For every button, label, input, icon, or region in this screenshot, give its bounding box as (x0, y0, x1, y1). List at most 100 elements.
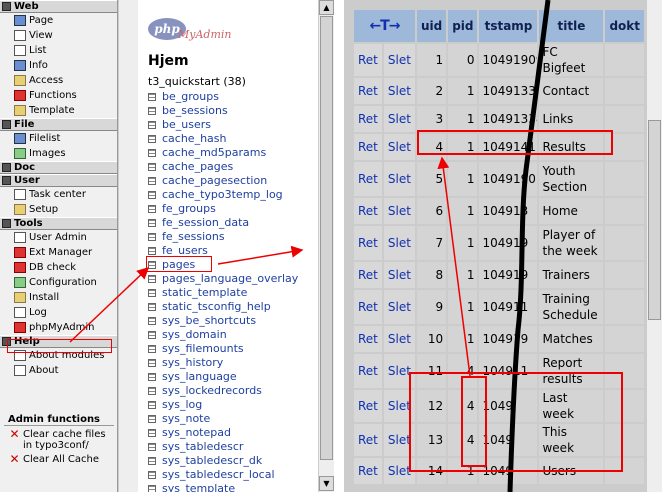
table-link[interactable]: cache_md5params (162, 146, 266, 160)
scroll-thumb[interactable] (320, 16, 333, 460)
edit-link[interactable]: Ret (354, 226, 382, 260)
table-link[interactable]: cache_pages (162, 160, 233, 174)
edit-link[interactable]: Ret (354, 326, 382, 352)
delete-link[interactable]: Slet (383, 262, 415, 288)
menu-section-file[interactable]: File (0, 118, 117, 131)
home-title[interactable]: Hjem (148, 53, 189, 69)
edit-link[interactable]: Ret (354, 290, 382, 324)
table-link[interactable]: sys_tabledescr_dk (162, 454, 262, 468)
table-link[interactable]: sys_lockedrecords (162, 384, 262, 398)
table-link[interactable]: sys_note (162, 412, 210, 426)
nav-scrollbar[interactable]: ▲ ▼ (318, 0, 334, 492)
menu-item-about[interactable]: About (0, 363, 117, 378)
scroll-down-button[interactable]: ▼ (319, 476, 334, 491)
table-icon[interactable] (148, 471, 156, 479)
table-icon[interactable] (148, 247, 156, 255)
column-header-doktype[interactable]: dokt (605, 10, 644, 42)
table-icon[interactable] (148, 93, 156, 101)
table-icon[interactable] (148, 401, 156, 409)
delete-link[interactable]: Slet (383, 134, 415, 160)
edit-link[interactable]: Ret (354, 354, 382, 388)
column-header-uid[interactable]: uid (416, 10, 447, 42)
table-icon[interactable] (148, 275, 156, 283)
column-header-pid[interactable]: pid (448, 10, 478, 42)
browse-scrollbar[interactable] (646, 0, 662, 492)
menu-item-functions[interactable]: Functions (0, 88, 117, 103)
delete-link[interactable]: Slet (383, 162, 415, 196)
table-icon[interactable] (148, 107, 156, 115)
database-name[interactable]: t3_quickstart (38) (148, 75, 246, 88)
table-link[interactable]: be_users (162, 118, 211, 132)
delete-link[interactable]: Slet (383, 106, 415, 132)
scroll-up-button[interactable]: ▲ (319, 0, 334, 15)
menu-item-template[interactable]: Template (0, 103, 117, 118)
edit-link[interactable]: Ret (354, 390, 382, 422)
table-icon[interactable] (148, 443, 156, 451)
column-header-title[interactable]: title (539, 10, 604, 42)
table-icon[interactable] (148, 135, 156, 143)
menu-item-ext-manager[interactable]: Ext Manager (0, 245, 117, 260)
table-link[interactable]: sys_tabledescr (162, 440, 243, 454)
table-link[interactable]: fe_groups (162, 202, 216, 216)
table-icon[interactable] (148, 345, 156, 353)
edit-link[interactable]: Ret (354, 262, 382, 288)
table-link[interactable]: sys_notepad (162, 426, 231, 440)
table-icon[interactable] (148, 289, 156, 297)
table-link[interactable]: be_sessions (162, 104, 228, 118)
menu-item-access[interactable]: Access (0, 73, 117, 88)
table-link[interactable]: be_groups (162, 90, 219, 104)
table-icon[interactable] (148, 457, 156, 465)
menu-item-setup[interactable]: Setup (0, 202, 117, 217)
edit-link[interactable]: Ret (354, 458, 382, 484)
menu-item-db-check[interactable]: DB check (0, 260, 117, 275)
table-icon[interactable] (148, 205, 156, 213)
table-icon[interactable] (148, 177, 156, 185)
delete-link[interactable]: Slet (383, 78, 415, 104)
table-link[interactable]: pages_language_overlay (162, 272, 298, 286)
table-icon[interactable] (148, 219, 156, 227)
edit-link[interactable]: Ret (354, 134, 382, 160)
clear-all-cache-link[interactable]: ✕ Clear All Cache (4, 453, 114, 466)
delete-link[interactable]: Slet (383, 326, 415, 352)
table-link[interactable]: cache_typo3temp_log (162, 188, 283, 202)
table-icon[interactable] (148, 233, 156, 241)
table-link[interactable]: sys_template (162, 482, 235, 492)
menu-item-page[interactable]: Page (0, 13, 117, 28)
table-link[interactable]: sys_domain (162, 328, 227, 342)
menu-item-info[interactable]: Info (0, 58, 117, 73)
menu-section-tools[interactable]: Tools (0, 217, 117, 230)
table-icon[interactable] (148, 485, 156, 492)
table-icon[interactable] (148, 359, 156, 367)
menu-item-user-admin[interactable]: User Admin (0, 230, 117, 245)
table-icon[interactable] (148, 191, 156, 199)
table-link[interactable]: fe_session_data (162, 216, 249, 230)
sort-arrows-header[interactable]: ←T→ (354, 10, 415, 42)
menu-item-images[interactable]: Images (0, 146, 117, 161)
table-icon[interactable] (148, 429, 156, 437)
delete-link[interactable]: Slet (383, 44, 415, 76)
delete-link[interactable]: Slet (383, 354, 415, 388)
edit-link[interactable]: Ret (354, 106, 382, 132)
table-link[interactable]: cache_hash (162, 132, 227, 146)
menu-item-view[interactable]: View (0, 28, 117, 43)
delete-link[interactable]: Slet (383, 198, 415, 224)
table-link[interactable]: sys_language (162, 370, 237, 384)
menu-section-user[interactable]: User (0, 174, 117, 187)
column-header-tstamp[interactable]: tstamp (479, 10, 538, 42)
module-menu-scrollbar[interactable] (118, 0, 138, 492)
edit-link[interactable]: Ret (354, 424, 382, 456)
clear-cache-files-link[interactable]: ✕ Clear cache files in typo3conf/ (4, 428, 114, 451)
table-link[interactable]: fe_sessions (162, 230, 225, 244)
menu-item-phpmyadmin[interactable]: phpMyAdmin (0, 320, 117, 335)
edit-link[interactable]: Ret (354, 44, 382, 76)
edit-link[interactable]: Ret (354, 162, 382, 196)
table-link[interactable]: sys_tabledescr_local (162, 468, 275, 482)
delete-link[interactable]: Slet (383, 226, 415, 260)
menu-section-web[interactable]: Web (0, 0, 117, 13)
table-icon[interactable] (148, 373, 156, 381)
table-icon[interactable] (148, 149, 156, 157)
delete-link[interactable]: Slet (383, 458, 415, 484)
edit-link[interactable]: Ret (354, 198, 382, 224)
table-link[interactable]: static_template (162, 286, 247, 300)
table-icon[interactable] (148, 163, 156, 171)
